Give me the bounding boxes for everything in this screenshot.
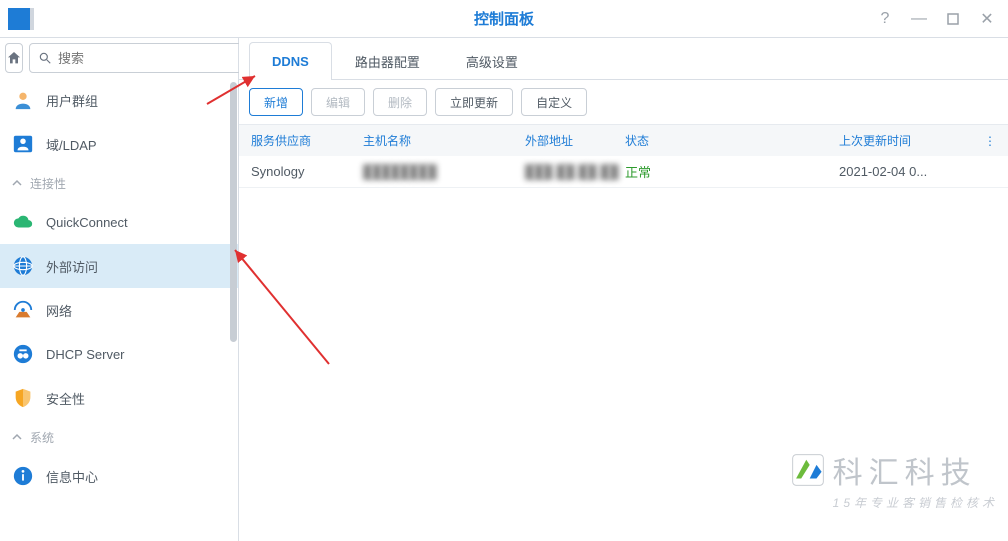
update-now-button[interactable]: 立即更新 (435, 88, 513, 116)
annotation-arrow-icon (229, 244, 339, 374)
sidebar-item-domain-ldap[interactable]: 域/LDAP (0, 122, 238, 166)
tabs: DDNS 路由器配置 高级设置 (239, 38, 1008, 80)
th-provider[interactable]: 服务供应商 (245, 132, 363, 149)
sidebar: 用户群组 域/LDAP 连接性 QuickConnect 外部访问 (0, 38, 239, 541)
titlebar: 控制面板 ? — ✕ (0, 0, 1008, 38)
custom-button[interactable]: 自定义 (521, 88, 587, 116)
tab-advanced[interactable]: 高级设置 (443, 42, 541, 79)
sidebar-group-connectivity[interactable]: 连接性 (0, 166, 238, 200)
cell-external: ███.██.██.██ (525, 164, 625, 179)
sidebar-item-quickconnect[interactable]: QuickConnect (0, 200, 238, 244)
cell-hostname: ████████ (363, 164, 525, 179)
table-row[interactable]: Synology ████████ ███.██.██.██ 正常 2021-0… (239, 156, 1008, 188)
app-icon (8, 8, 30, 30)
users-icon (12, 89, 34, 111)
cell-provider: Synology (245, 164, 363, 179)
sidebar-item-label: 安全性 (46, 389, 85, 408)
table-header: 服务供应商 主机名称 外部地址 状态 上次更新时间 ⋮ (239, 124, 1008, 156)
sidebar-item-label: DHCP Server (46, 347, 125, 362)
shield-icon (12, 387, 34, 409)
search-input[interactable] (58, 51, 234, 66)
sidebar-item-label: 外部访问 (46, 257, 98, 276)
delete-button[interactable]: 删除 (373, 88, 427, 116)
sidebar-group-system[interactable]: 系统 (0, 420, 238, 454)
search-icon (38, 51, 52, 65)
watermark-logo-icon (791, 453, 825, 487)
sidebar-scrollbar[interactable] (230, 82, 237, 342)
sidebar-item-network[interactable]: 网络 (0, 288, 238, 332)
th-updated[interactable]: 上次更新时间 (839, 132, 978, 149)
sidebar-item-users[interactable]: 用户群组 (0, 78, 238, 122)
edit-button[interactable]: 编辑 (311, 88, 365, 116)
window-title: 控制面板 (0, 8, 1008, 29)
window-controls: ? — ✕ (868, 0, 1004, 38)
add-button[interactable]: 新增 (249, 88, 303, 116)
watermark-subtext: 15年专业客销售检核术 (833, 494, 998, 511)
close-button[interactable]: ✕ (970, 0, 1004, 38)
sidebar-item-label: 信息中心 (46, 467, 98, 486)
sidebar-item-security[interactable]: 安全性 (0, 376, 238, 420)
watermark: 科汇科技 15年专业客销售检核术 (791, 448, 998, 511)
toolbar: 新增 编辑 删除 立即更新 自定义 (239, 80, 1008, 124)
cell-updated: 2021-02-04 0... (839, 164, 978, 179)
globe-icon (12, 255, 34, 277)
th-external[interactable]: 外部地址 (525, 132, 625, 149)
cloud-icon (12, 211, 34, 233)
home-icon (6, 50, 22, 66)
home-button[interactable] (5, 43, 23, 73)
watermark-text: 科汇科技 (833, 448, 977, 492)
content-pane: DDNS 路由器配置 高级设置 新增 编辑 删除 立即更新 自定义 服务供应商 … (239, 38, 1008, 541)
sidebar-item-info-center[interactable]: 信息中心 (0, 454, 238, 498)
sidebar-item-label: QuickConnect (46, 215, 128, 230)
network-icon (12, 299, 34, 321)
sidebar-item-external-access[interactable]: 外部访问 (0, 244, 238, 288)
minimize-button[interactable]: — (902, 0, 936, 38)
th-hostname[interactable]: 主机名称 (363, 132, 525, 149)
sidebar-item-label: 网络 (46, 301, 72, 320)
th-status[interactable]: 状态 (625, 132, 839, 149)
info-icon (12, 465, 34, 487)
sidebar-item-dhcp[interactable]: DHCP Server (0, 332, 238, 376)
help-button[interactable]: ? (868, 0, 902, 38)
sidebar-item-label: 域/LDAP (46, 135, 97, 154)
ldap-icon (12, 133, 34, 155)
dhcp-icon (12, 343, 34, 365)
tab-ddns[interactable]: DDNS (249, 42, 332, 79)
sidebar-item-label: 用户群组 (46, 91, 98, 110)
chevron-up-icon (12, 178, 22, 188)
th-more-icon[interactable]: ⋮ (978, 134, 1002, 148)
search-box[interactable] (29, 43, 243, 73)
cell-status: 正常 (625, 165, 651, 180)
maximize-button[interactable] (936, 0, 970, 38)
chevron-up-icon (12, 432, 22, 442)
tab-router[interactable]: 路由器配置 (332, 42, 443, 79)
